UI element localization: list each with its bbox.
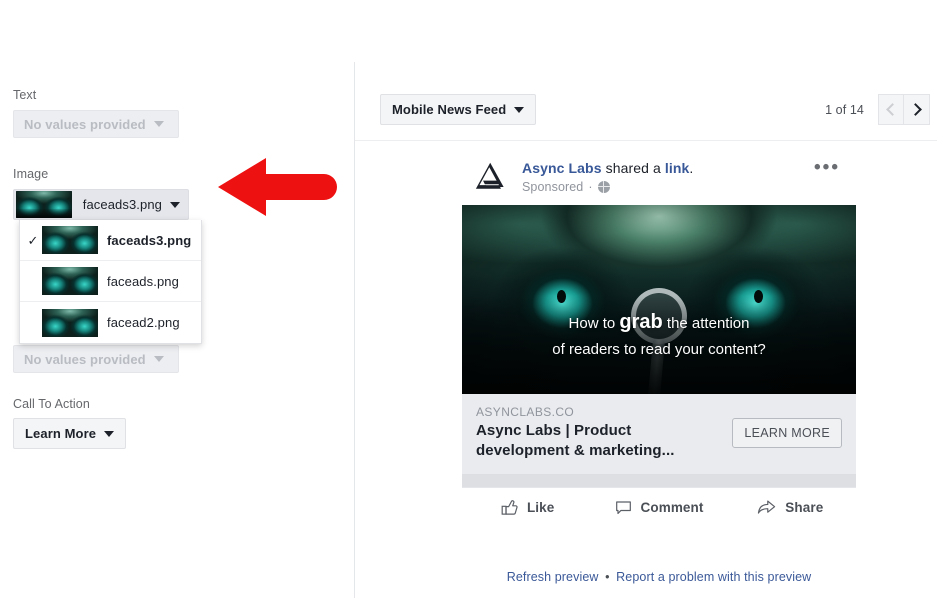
next-preview-button[interactable] — [904, 94, 930, 125]
preview-footer-links: Refresh preview • Report a problem with … — [462, 570, 856, 584]
like-button[interactable]: Like — [462, 499, 593, 516]
hidden-field-select[interactable]: No values provided — [13, 345, 179, 373]
ad-headline: Async Labs shared a link. — [522, 160, 814, 177]
refresh-preview-link[interactable]: Refresh preview — [507, 570, 599, 584]
separator-dot: · — [588, 180, 593, 194]
chevron-down-icon — [153, 121, 164, 127]
image-select-value: faceads3.png — [82, 197, 162, 212]
check-icon: ✓ — [27, 232, 39, 248]
image-field-label: Image — [13, 167, 49, 181]
chevron-down-icon — [170, 201, 180, 208]
ellipsis-icon[interactable]: ••• — [814, 158, 844, 177]
ad-header: Async Labs shared a link. Sponsored · ••… — [462, 145, 856, 205]
panel-divider — [354, 62, 355, 598]
chevron-down-icon — [514, 106, 525, 113]
option-thumbnail — [42, 308, 98, 337]
report-problem-link[interactable]: Report a problem with this preview — [616, 570, 811, 584]
comment-bubble-icon — [615, 501, 631, 515]
ad-creative-image[interactable]: How to grab the attention of readers to … — [462, 205, 856, 394]
thumbs-up-icon — [501, 500, 518, 515]
chevron-down-icon — [153, 356, 164, 362]
toolbar-divider — [355, 140, 937, 141]
learn-more-button[interactable]: LEARN MORE — [732, 418, 842, 448]
like-label: Like — [526, 500, 555, 515]
link-attachment[interactable]: ASYNCLABS.CO Async Labs | Product develo… — [462, 394, 856, 475]
ad-preview-card: Async Labs shared a link. Sponsored · ••… — [462, 145, 856, 528]
call-to-action-select[interactable]: Learn More — [13, 418, 127, 449]
sponsored-label: Sponsored — [522, 180, 584, 194]
creative-line1-prefix: How to — [568, 315, 620, 332]
comment-label: Comment — [640, 500, 704, 515]
option-thumbnail — [42, 226, 98, 254]
ad-action-bar: Like Comment Share — [462, 487, 856, 528]
globe-icon — [597, 181, 610, 193]
annotation-arrow-icon — [218, 158, 337, 216]
ad-header-text: Async Labs shared a link. Sponsored · — [522, 159, 814, 194]
placement-select[interactable]: Mobile News Feed — [380, 94, 537, 125]
card-spacer — [462, 475, 856, 487]
dropdown-option-facead2[interactable]: facead2.png — [20, 302, 201, 343]
preview-pager: 1 of 14 — [825, 94, 930, 125]
creative-line-1: How to grab the attention — [462, 309, 856, 337]
text-field-label: Text — [13, 88, 37, 102]
dropdown-option-faceads3[interactable]: ✓ faceads3.png — [20, 220, 201, 261]
creative-vignette — [462, 205, 856, 394]
previous-preview-button[interactable] — [878, 94, 904, 125]
link-attachment-text: ASYNCLABS.CO Async Labs | Product develo… — [476, 405, 720, 461]
hidden-field-value: No values provided — [24, 351, 146, 367]
footer-separator: • — [605, 570, 610, 584]
preview-toolbar: Mobile News Feed 1 of 14 — [380, 94, 937, 126]
creative-line1-bold: grab — [619, 311, 663, 333]
chevron-down-icon — [104, 430, 115, 437]
link-title: Async Labs | Product development & marke… — [476, 422, 675, 459]
ad-subline: Sponsored · — [522, 180, 814, 194]
text-field-select[interactable]: No values provided — [13, 110, 179, 138]
option-label: facead2.png — [107, 315, 180, 330]
creative-line1-suffix: the attention — [662, 315, 750, 332]
page-name[interactable]: Async Labs — [522, 160, 602, 176]
link-domain: ASYNCLABS.CO — [476, 405, 575, 419]
creative-line-2: of readers to read your content? — [552, 341, 766, 358]
image-select-dropdown[interactable]: ✓ faceads3.png faceads.png facead2.png — [19, 220, 202, 344]
option-label: faceads.png — [107, 273, 179, 289]
pager-count: 1 of 14 — [825, 102, 864, 117]
option-label: faceads3.png — [107, 232, 192, 248]
comment-button[interactable]: Comment — [593, 499, 724, 516]
ad-form-panel: Text No values provided Image faceads3.p… — [0, 0, 354, 598]
option-thumbnail — [42, 267, 98, 295]
chevron-right-icon — [909, 103, 922, 116]
share-label: Share — [785, 500, 824, 515]
chevron-left-icon — [885, 103, 899, 116]
image-select-trigger[interactable]: faceads3.png — [13, 189, 189, 220]
share-button[interactable]: Share — [725, 499, 856, 516]
share-arrow-icon — [758, 500, 776, 514]
async-labs-logo-icon — [475, 162, 504, 189]
shared-text: shared a — [605, 160, 661, 176]
period: . — [689, 160, 694, 176]
text-field-value: No values provided — [24, 116, 146, 132]
dropdown-option-faceads[interactable]: faceads.png — [20, 261, 201, 302]
image-thumbnail — [16, 191, 72, 218]
cta-value: Learn More — [25, 426, 97, 441]
placement-value: Mobile News Feed — [392, 102, 507, 117]
creative-overlay-text: How to grab the attention of readers to … — [462, 309, 856, 363]
cta-field-label: Call To Action — [13, 397, 90, 411]
link-word[interactable]: link — [665, 160, 690, 176]
